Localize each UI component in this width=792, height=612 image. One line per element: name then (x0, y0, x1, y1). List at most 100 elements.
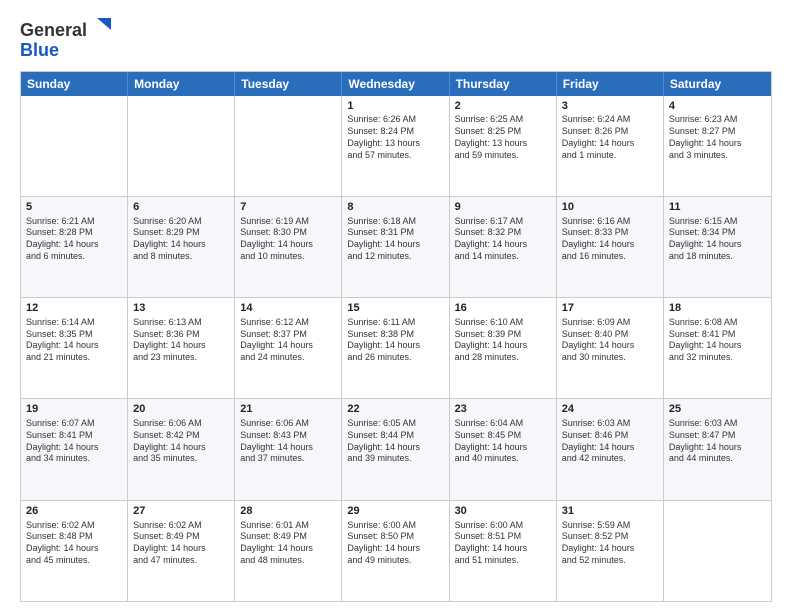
day-info: Sunrise: 6:15 AM Sunset: 8:34 PM Dayligh… (669, 216, 766, 263)
calendar-cell (21, 96, 128, 196)
day-info: Sunrise: 6:03 AM Sunset: 8:46 PM Dayligh… (562, 418, 658, 465)
day-number: 17 (562, 301, 658, 316)
day-number: 9 (455, 200, 551, 215)
day-info: Sunrise: 6:02 AM Sunset: 8:48 PM Dayligh… (26, 520, 122, 567)
calendar-cell: 15Sunrise: 6:11 AM Sunset: 8:38 PM Dayli… (342, 298, 449, 398)
day-number: 13 (133, 301, 229, 316)
header-day-tuesday: Tuesday (235, 72, 342, 96)
day-info: Sunrise: 6:06 AM Sunset: 8:42 PM Dayligh… (133, 418, 229, 465)
day-number: 16 (455, 301, 551, 316)
day-info: Sunrise: 6:06 AM Sunset: 8:43 PM Dayligh… (240, 418, 336, 465)
day-info: Sunrise: 6:21 AM Sunset: 8:28 PM Dayligh… (26, 216, 122, 263)
calendar-cell: 27Sunrise: 6:02 AM Sunset: 8:49 PM Dayli… (128, 501, 235, 601)
calendar-cell: 30Sunrise: 6:00 AM Sunset: 8:51 PM Dayli… (450, 501, 557, 601)
logo-triangle-icon (89, 14, 111, 36)
calendar-cell: 17Sunrise: 6:09 AM Sunset: 8:40 PM Dayli… (557, 298, 664, 398)
calendar-cell: 18Sunrise: 6:08 AM Sunset: 8:41 PM Dayli… (664, 298, 771, 398)
calendar-cell: 22Sunrise: 6:05 AM Sunset: 8:44 PM Dayli… (342, 399, 449, 499)
calendar-cell: 25Sunrise: 6:03 AM Sunset: 8:47 PM Dayli… (664, 399, 771, 499)
day-number: 27 (133, 504, 229, 519)
day-info: Sunrise: 6:02 AM Sunset: 8:49 PM Dayligh… (133, 520, 229, 567)
calendar-header: SundayMondayTuesdayWednesdayThursdayFrid… (21, 72, 771, 96)
calendar-week-2: 5Sunrise: 6:21 AM Sunset: 8:28 PM Daylig… (21, 196, 771, 297)
day-number: 11 (669, 200, 766, 215)
calendar-cell: 12Sunrise: 6:14 AM Sunset: 8:35 PM Dayli… (21, 298, 128, 398)
day-number: 26 (26, 504, 122, 519)
day-number: 7 (240, 200, 336, 215)
header-day-friday: Friday (557, 72, 664, 96)
day-info: Sunrise: 6:05 AM Sunset: 8:44 PM Dayligh… (347, 418, 443, 465)
calendar-cell: 31Sunrise: 5:59 AM Sunset: 8:52 PM Dayli… (557, 501, 664, 601)
day-number: 15 (347, 301, 443, 316)
day-info: Sunrise: 6:11 AM Sunset: 8:38 PM Dayligh… (347, 317, 443, 364)
logo-text: General Blue (20, 16, 111, 61)
day-number: 4 (669, 99, 766, 114)
day-info: Sunrise: 6:07 AM Sunset: 8:41 PM Dayligh… (26, 418, 122, 465)
calendar-cell (128, 96, 235, 196)
calendar-week-4: 19Sunrise: 6:07 AM Sunset: 8:41 PM Dayli… (21, 398, 771, 499)
day-info: Sunrise: 6:17 AM Sunset: 8:32 PM Dayligh… (455, 216, 551, 263)
day-info: Sunrise: 6:10 AM Sunset: 8:39 PM Dayligh… (455, 317, 551, 364)
day-number: 29 (347, 504, 443, 519)
day-info: Sunrise: 6:13 AM Sunset: 8:36 PM Dayligh… (133, 317, 229, 364)
day-number: 10 (562, 200, 658, 215)
day-number: 1 (347, 99, 443, 114)
day-number: 3 (562, 99, 658, 114)
day-info: Sunrise: 6:04 AM Sunset: 8:45 PM Dayligh… (455, 418, 551, 465)
calendar-cell: 24Sunrise: 6:03 AM Sunset: 8:46 PM Dayli… (557, 399, 664, 499)
page: General Blue SundayMondayTuesdayWednesda… (0, 0, 792, 612)
day-info: Sunrise: 6:01 AM Sunset: 8:49 PM Dayligh… (240, 520, 336, 567)
calendar-cell: 29Sunrise: 6:00 AM Sunset: 8:50 PM Dayli… (342, 501, 449, 601)
day-info: Sunrise: 6:26 AM Sunset: 8:24 PM Dayligh… (347, 114, 443, 161)
calendar-cell: 28Sunrise: 6:01 AM Sunset: 8:49 PM Dayli… (235, 501, 342, 601)
day-info: Sunrise: 6:19 AM Sunset: 8:30 PM Dayligh… (240, 216, 336, 263)
day-info: Sunrise: 6:09 AM Sunset: 8:40 PM Dayligh… (562, 317, 658, 364)
calendar-cell: 2Sunrise: 6:25 AM Sunset: 8:25 PM Daylig… (450, 96, 557, 196)
calendar-cell: 26Sunrise: 6:02 AM Sunset: 8:48 PM Dayli… (21, 501, 128, 601)
calendar-cell (664, 501, 771, 601)
day-number: 25 (669, 402, 766, 417)
calendar-cell: 1Sunrise: 6:26 AM Sunset: 8:24 PM Daylig… (342, 96, 449, 196)
day-number: 22 (347, 402, 443, 417)
day-info: Sunrise: 6:12 AM Sunset: 8:37 PM Dayligh… (240, 317, 336, 364)
day-number: 12 (26, 301, 122, 316)
day-number: 30 (455, 504, 551, 519)
day-info: Sunrise: 6:14 AM Sunset: 8:35 PM Dayligh… (26, 317, 122, 364)
day-info: Sunrise: 6:00 AM Sunset: 8:50 PM Dayligh… (347, 520, 443, 567)
header-day-thursday: Thursday (450, 72, 557, 96)
logo: General Blue (20, 16, 111, 61)
calendar-cell: 6Sunrise: 6:20 AM Sunset: 8:29 PM Daylig… (128, 197, 235, 297)
day-number: 24 (562, 402, 658, 417)
calendar-cell: 23Sunrise: 6:04 AM Sunset: 8:45 PM Dayli… (450, 399, 557, 499)
calendar-cell (235, 96, 342, 196)
day-number: 6 (133, 200, 229, 215)
calendar-cell: 7Sunrise: 6:19 AM Sunset: 8:30 PM Daylig… (235, 197, 342, 297)
calendar-cell: 13Sunrise: 6:13 AM Sunset: 8:36 PM Dayli… (128, 298, 235, 398)
calendar-cell: 14Sunrise: 6:12 AM Sunset: 8:37 PM Dayli… (235, 298, 342, 398)
day-number: 23 (455, 402, 551, 417)
calendar-cell: 5Sunrise: 6:21 AM Sunset: 8:28 PM Daylig… (21, 197, 128, 297)
header-day-sunday: Sunday (21, 72, 128, 96)
calendar: SundayMondayTuesdayWednesdayThursdayFrid… (20, 71, 772, 602)
day-info: Sunrise: 6:24 AM Sunset: 8:26 PM Dayligh… (562, 114, 658, 161)
day-number: 19 (26, 402, 122, 417)
logo-general: General (20, 20, 87, 40)
day-info: Sunrise: 5:59 AM Sunset: 8:52 PM Dayligh… (562, 520, 658, 567)
calendar-body: 1Sunrise: 6:26 AM Sunset: 8:24 PM Daylig… (21, 96, 771, 601)
day-info: Sunrise: 6:08 AM Sunset: 8:41 PM Dayligh… (669, 317, 766, 364)
calendar-cell: 4Sunrise: 6:23 AM Sunset: 8:27 PM Daylig… (664, 96, 771, 196)
calendar-cell: 9Sunrise: 6:17 AM Sunset: 8:32 PM Daylig… (450, 197, 557, 297)
day-number: 31 (562, 504, 658, 519)
day-number: 21 (240, 402, 336, 417)
calendar-cell: 16Sunrise: 6:10 AM Sunset: 8:39 PM Dayli… (450, 298, 557, 398)
day-info: Sunrise: 6:00 AM Sunset: 8:51 PM Dayligh… (455, 520, 551, 567)
day-number: 2 (455, 99, 551, 114)
day-info: Sunrise: 6:18 AM Sunset: 8:31 PM Dayligh… (347, 216, 443, 263)
day-info: Sunrise: 6:16 AM Sunset: 8:33 PM Dayligh… (562, 216, 658, 263)
calendar-week-5: 26Sunrise: 6:02 AM Sunset: 8:48 PM Dayli… (21, 500, 771, 601)
day-number: 14 (240, 301, 336, 316)
day-info: Sunrise: 6:23 AM Sunset: 8:27 PM Dayligh… (669, 114, 766, 161)
calendar-cell: 21Sunrise: 6:06 AM Sunset: 8:43 PM Dayli… (235, 399, 342, 499)
day-number: 28 (240, 504, 336, 519)
calendar-cell: 20Sunrise: 6:06 AM Sunset: 8:42 PM Dayli… (128, 399, 235, 499)
